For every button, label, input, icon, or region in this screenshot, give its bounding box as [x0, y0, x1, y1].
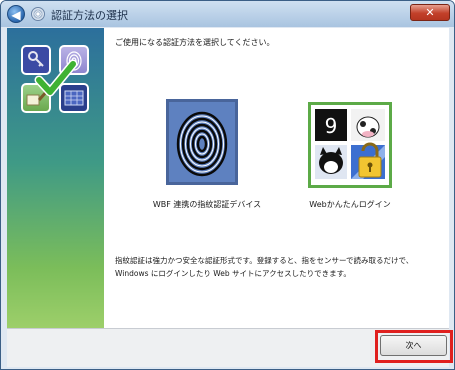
back-arrow-icon: ◀ — [11, 8, 21, 22]
back-button[interactable]: ◀ — [7, 5, 25, 23]
checkmark-icon — [34, 59, 77, 97]
instruction-text: ご使用になる認証方法を選択してください。 — [115, 38, 275, 47]
web-login-option-label: Webかんたんログイン — [309, 200, 391, 209]
fingerprint-option[interactable] — [166, 99, 238, 185]
web-login-icon: 9 — [315, 109, 385, 179]
content-area: ご使用になる認証方法を選択してください。 9 WBF 連携の指紋認証デバイス W… — [104, 28, 449, 328]
next-button[interactable]: 次へ — [380, 335, 447, 356]
fingerprint-icon — [176, 111, 228, 177]
web-login-option[interactable]: 9 — [308, 102, 392, 188]
sidebar-banner — [7, 28, 104, 328]
svg-text:9: 9 — [325, 114, 338, 138]
dialog-window: ◀ 認証方法の選択 ✕ ご使用になる認証方法を選択してください。 9 WBF 連… — [0, 0, 455, 370]
close-button[interactable]: ✕ — [410, 4, 450, 21]
title-bar: ◀ 認証方法の選択 ✕ — [1, 1, 454, 27]
fingerprint-option-label: WBF 連携の指紋認証デバイス — [152, 200, 262, 209]
window-title: 認証方法の選択 — [51, 9, 128, 22]
description-text: 指紋認証は強力かつ安全な認証形式です。登録すると、指をセンサーで読み取るだけで、… — [115, 256, 414, 278]
fingerprint-title-icon — [31, 7, 45, 21]
